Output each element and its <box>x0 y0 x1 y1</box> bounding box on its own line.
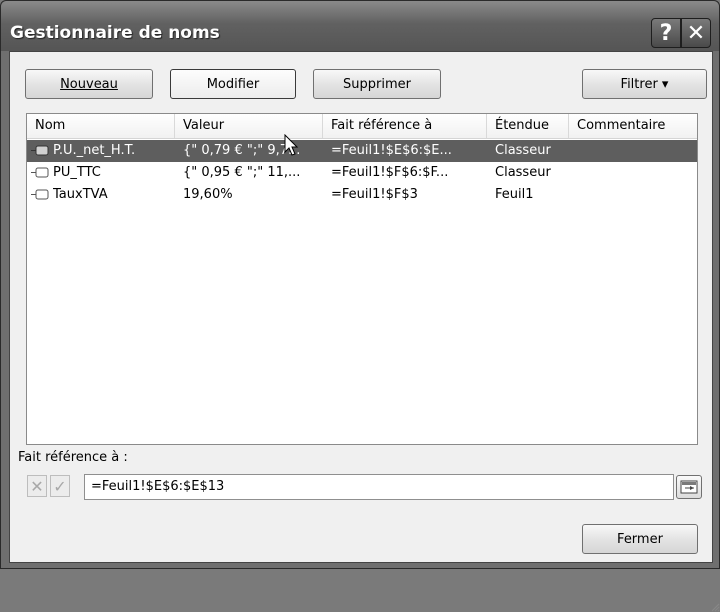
row-name: PU_TTC <box>53 165 101 180</box>
row-scope: Feuil1 <box>495 187 534 202</box>
close-button[interactable]: Fermer <box>582 524 698 554</box>
row-refers-to: =Feuil1!$F$6:$F... <box>331 165 449 180</box>
refers-to-label: Fait référence à : <box>18 450 128 465</box>
edit-button-label: Modifier <box>206 76 260 92</box>
row-name: TauxTVA <box>53 187 108 202</box>
name-range-icon <box>31 189 49 200</box>
delete-button[interactable]: Supprimer <box>313 69 441 99</box>
filter-button[interactable]: Filtrer ▾ <box>582 69 707 99</box>
table-row[interactable]: PU_TTC {" 0,95 € ";" 11,... =Feuil1!$F$6… <box>27 162 697 184</box>
row-scope: Classeur <box>495 165 551 180</box>
table-row[interactable]: P.U._net_H.T. {" 0,79 € ";" 9,7... =Feui… <box>27 140 697 162</box>
filter-button-label: Filtrer ▾ <box>620 76 669 92</box>
column-header-scope[interactable]: Étendue <box>487 114 569 138</box>
list-header: Nom Valeur Fait référence à Étendue Comm… <box>27 114 697 139</box>
cancel-edit-icon[interactable]: ✕ <box>27 475 47 497</box>
row-name: P.U._net_H.T. <box>53 143 136 158</box>
dialog-title: Gestionnaire de noms <box>10 23 220 43</box>
row-scope: Classeur <box>495 143 551 158</box>
name-range-icon <box>31 167 49 178</box>
confirm-edit-icon[interactable]: ✓ <box>50 475 70 497</box>
row-value: 19,60% <box>183 187 233 202</box>
column-header-refers-to[interactable]: Fait référence à <box>323 114 487 138</box>
refers-to-input[interactable]: =Feuil1!$E$6:$E$13 <box>84 474 674 500</box>
row-value: {" 0,95 € ";" 11,... <box>183 165 301 180</box>
name-manager-dialog: Gestionnaire de noms ? ✕ Nouveau Modifie… <box>0 0 720 612</box>
title-bar[interactable]: Gestionnaire de noms ? ✕ <box>1 1 719 51</box>
table-row[interactable]: TauxTVA 19,60% =Feuil1!$F$3 Feuil1 <box>27 184 697 206</box>
edit-button[interactable]: Modifier <box>170 69 296 99</box>
close-window-button[interactable]: ✕ <box>681 18 711 48</box>
mouse-cursor-icon <box>284 134 299 156</box>
close-button-label: Fermer <box>617 531 663 547</box>
resize-grip-icon[interactable] <box>710 602 720 612</box>
row-value: {" 0,79 € ";" 9,7... <box>183 143 301 158</box>
row-refers-to: =Feuil1!$E$6:$E... <box>331 143 452 158</box>
delete-button-label: Supprimer <box>343 76 411 92</box>
row-refers-to: =Feuil1!$F$3 <box>331 187 418 202</box>
column-header-value[interactable]: Valeur <box>175 114 323 138</box>
new-button[interactable]: Nouveau <box>25 69 153 99</box>
column-header-name[interactable]: Nom <box>27 114 175 138</box>
names-list[interactable]: Nom Valeur Fait référence à Étendue Comm… <box>26 113 698 445</box>
help-button[interactable]: ? <box>651 18 681 48</box>
collapse-dialog-icon[interactable] <box>676 475 702 499</box>
new-button-label: Nouveau <box>60 76 118 92</box>
name-range-icon <box>31 145 49 156</box>
dialog-client-area: Nouveau Modifier Supprimer Filtrer ▾ Nom… <box>9 51 720 612</box>
column-header-comment[interactable]: Commentaire <box>569 114 697 138</box>
